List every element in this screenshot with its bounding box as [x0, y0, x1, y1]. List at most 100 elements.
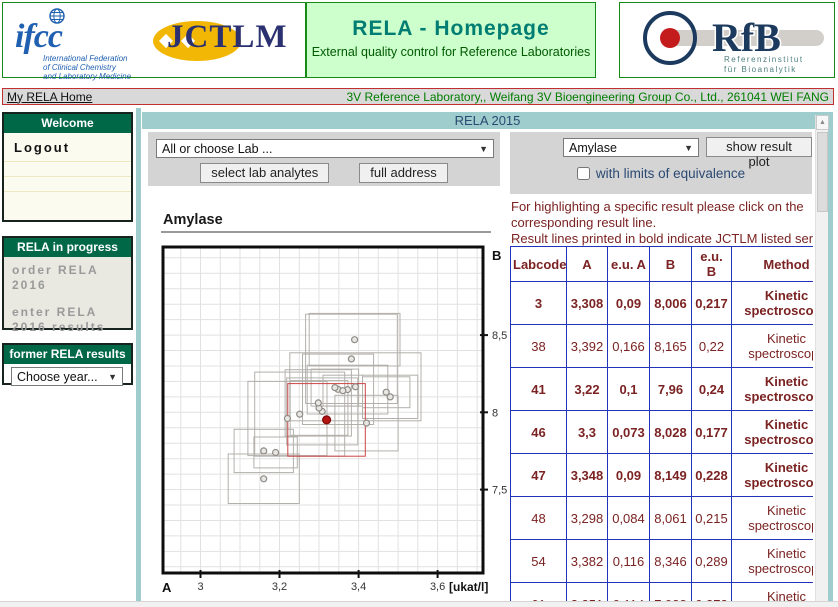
result-row[interactable]: 543,3820,1168,3460,289Kinetic spectrosco… [511, 540, 814, 583]
rela-in-progress-box: RELA in progress order RELA 2016 enter R… [2, 236, 133, 330]
full-address-button[interactable]: full address [359, 163, 447, 183]
limits-of-equivalence-checkbox[interactable] [577, 167, 590, 180]
rfb-logo: RfB Referenzinstitut für Bioanalytik [619, 2, 835, 78]
cell-a: 3,392 [567, 325, 608, 368]
cell-b: 7,96 [650, 368, 692, 411]
cell-eub: 0,289 [692, 540, 732, 583]
cell-labcode: 3 [511, 282, 567, 325]
show-result-plot-button[interactable]: show result plot [706, 137, 812, 157]
vertical-scrollbar[interactable]: ▲ [815, 115, 828, 602]
svg-text:7,5: 7,5 [492, 485, 507, 497]
ifcc-wordmark: ifcc [15, 22, 165, 52]
cell-labcode: 61 [511, 583, 567, 602]
progress-title: RELA in progress [4, 238, 131, 257]
cell-eub: 0,215 [692, 497, 732, 540]
cell-a: 3,348 [567, 454, 608, 497]
scatter-plot-svg: 33,23,43,68,587,5 [160, 244, 515, 596]
globe-icon [49, 8, 65, 24]
page-subtitle: External quality control for Reference L… [307, 45, 595, 59]
svg-text:8: 8 [492, 407, 498, 419]
cell-eub: 0,217 [692, 282, 732, 325]
results-table-body: 33,3080,098,0060,217Kinetic spectroscopy… [511, 282, 814, 602]
ifcc-line-2: of Clinical Chemistry [43, 63, 165, 72]
cell-a: 3,251 [567, 583, 608, 602]
cell-method: Kinetic spectroscopy [732, 583, 814, 602]
cell-method: Kinetic spectroscopy [732, 411, 814, 454]
breadcrumb: My RELA Home 3V Reference Laboratory,, W… [2, 88, 834, 105]
cell-method: Kinetic spectroscopy [732, 368, 814, 411]
header-logos: ifcc International Federation of Clinica… [2, 2, 306, 78]
cell-eub: 0,272 [692, 583, 732, 602]
bold-note: Result lines printed in bold indicate JC… [511, 231, 813, 247]
choose-year-select[interactable]: Choose year... ▼ [11, 367, 123, 386]
header-title-box: RELA - Homepage External quality control… [306, 2, 596, 78]
cell-a: 3,382 [567, 540, 608, 583]
enter-rela-results-link[interactable]: enter RELA 2016 results [4, 299, 131, 335]
cell-b: 7,988 [650, 583, 692, 602]
chevron-down-icon: ▼ [479, 144, 488, 154]
order-rela-link[interactable]: order RELA 2016 [4, 257, 131, 293]
cell-eua: 0,084 [608, 497, 650, 540]
result-row[interactable]: 473,3480,098,1490,228Kinetic spectroscop… [511, 454, 814, 497]
logout-button[interactable]: Logout [4, 133, 131, 161]
svg-text:3: 3 [197, 581, 203, 593]
cell-b: 8,149 [650, 454, 692, 497]
cell-labcode: 48 [511, 497, 567, 540]
cell-eua: 0,09 [608, 454, 650, 497]
column-header: Method [732, 247, 814, 282]
welcome-box: Welcome Logout [2, 112, 133, 222]
lab-name: 3V Reference Laboratory,, Weifang 3V Bio… [347, 90, 830, 104]
cell-labcode: 38 [511, 325, 567, 368]
results-table-header-row: LabcodeAe.u. ABe.u. BMethod [511, 247, 814, 282]
cell-eub: 0,24 [692, 368, 732, 411]
y-axis-label: B [492, 248, 501, 263]
axis-unit-label: [ukat/l] [449, 580, 488, 594]
result-plot: 33,23,43,68,587,5 [160, 244, 515, 601]
analyte-select[interactable]: Amylase ▼ [563, 138, 699, 157]
results-table-container: LabcodeAe.u. ABe.u. BMethod 33,3080,098,… [510, 246, 813, 601]
result-row[interactable]: 463,30,0738,0280,177Kinetic spectroscopy [511, 411, 814, 454]
result-row[interactable]: 613,2510,1147,9880,272Kinetic spectrosco… [511, 583, 814, 602]
result-row[interactable]: 413,220,17,960,24Kinetic spectroscopy [511, 368, 814, 411]
select-lab-analytes-button[interactable]: select lab analytes [200, 163, 329, 183]
rfb-sub-1: Referenzinstitut [724, 55, 804, 64]
scrollbar-thumb[interactable] [817, 132, 828, 212]
main-titlebar: RELA 2015 [142, 112, 833, 129]
column-header: e.u. B [692, 247, 732, 282]
result-row[interactable]: 33,3080,098,0060,217Kinetic spectroscopy [511, 282, 814, 325]
cell-labcode: 46 [511, 411, 567, 454]
ifcc-line-1: International Federation [43, 54, 165, 63]
former-results-box: former RELA results Choose year... ▼ [2, 343, 133, 385]
cell-a: 3,298 [567, 497, 608, 540]
result-row[interactable]: 483,2980,0848,0610,215Kinetic spectrosco… [511, 497, 814, 540]
cell-eua: 0,1 [608, 368, 650, 411]
cell-method: Kinetic spectroscopy [732, 282, 814, 325]
chevron-down-icon: ▼ [684, 143, 693, 153]
svg-text:RfB: RfB [712, 15, 781, 60]
cell-labcode: 47 [511, 454, 567, 497]
cell-b: 8,028 [650, 411, 692, 454]
cell-a: 3,308 [567, 282, 608, 325]
svg-text:8,5: 8,5 [492, 330, 507, 342]
limits-of-equivalence-label: with limits of equivalence [596, 166, 745, 181]
cell-a: 3,3 [567, 411, 608, 454]
cell-method: Kinetic spectroscopy [732, 497, 814, 540]
former-title: former RELA results [4, 345, 131, 364]
x-axis-label: A [162, 580, 171, 595]
svg-text:3,6: 3,6 [430, 581, 445, 593]
jctlm-wordmark: JCTLM [167, 19, 288, 56]
column-header: Labcode [511, 247, 567, 282]
result-row[interactable]: 383,3920,1668,1650,22Kinetic spectroscop… [511, 325, 814, 368]
plot-heading: Amylase [163, 212, 223, 228]
lab-select[interactable]: All or choose Lab ... ▼ [156, 139, 494, 158]
my-rela-home-link[interactable]: My RELA Home [7, 90, 92, 104]
rfb-logo-graphic: RfB Referenzinstitut für Bioanalytik [620, 3, 834, 77]
right-edge-strip [828, 129, 833, 602]
horizontal-scrollbar[interactable] [0, 601, 838, 607]
lab-filter-panel: All or choose Lab ... ▼ select lab analy… [148, 132, 500, 186]
cell-method: Kinetic spectroscopy [732, 454, 814, 497]
cell-b: 8,061 [650, 497, 692, 540]
svg-text:3,4: 3,4 [351, 581, 366, 593]
scroll-up-icon[interactable]: ▲ [816, 115, 829, 130]
chevron-down-icon: ▼ [108, 372, 117, 382]
